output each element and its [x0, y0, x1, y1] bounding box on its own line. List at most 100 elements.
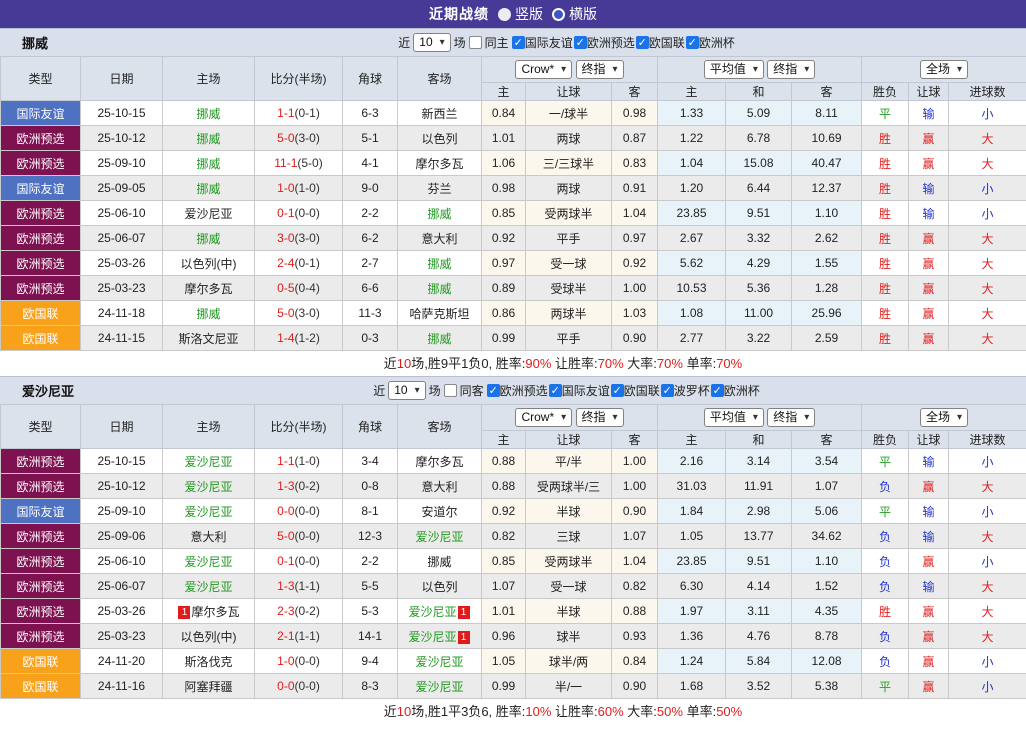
- home-team-cell: 爱沙尼亚: [162, 548, 255, 574]
- competition-checkbox[interactable]: ✓: [486, 384, 500, 397]
- summary-text: 大率:: [623, 704, 657, 719]
- odds-group-header: Crow* ▾ 终指 ▾: [480, 404, 659, 431]
- avg-draw-odds: 5.09: [725, 100, 793, 126]
- avg-home-odds: 23.85: [657, 548, 727, 574]
- final-odds-select[interactable]: 终指 ▾: [575, 60, 624, 79]
- away-team-cell: 挪威: [397, 200, 482, 226]
- competition-checkbox[interactable]: ✓: [511, 36, 525, 49]
- avg-away-odds: 1.28: [791, 275, 863, 301]
- halftime-score: (5-0): [297, 156, 323, 170]
- match-row: 欧洲预选 25-06-10 爱沙尼亚 0-1(0-0) 2-2 挪威 0.85 受两球半 1.0…: [0, 548, 1026, 574]
- score-cell: 0-1(0-0): [254, 200, 343, 226]
- crow-select[interactable]: Crow* ▾: [515, 408, 573, 427]
- chevron-down-icon: ▾: [561, 412, 567, 423]
- avg-home-odds: 2.77: [657, 325, 727, 351]
- summary-text: 50%: [656, 704, 683, 719]
- crow-select[interactable]: Crow* ▾: [515, 60, 573, 79]
- summary-text: 10: [396, 356, 412, 371]
- halftime-score: (0-4): [294, 281, 320, 295]
- home-team-name: 挪威: [196, 181, 221, 196]
- match-date: 25-09-10: [80, 150, 163, 176]
- match-count-select[interactable]: 10 ▾: [413, 33, 451, 52]
- corner-score: 5-3: [342, 598, 398, 624]
- result-outcome: 负: [861, 648, 910, 674]
- average-select[interactable]: 平均值 ▾: [703, 408, 764, 427]
- score-cell: 0-0(0-0): [254, 673, 343, 699]
- filter-bar: 近 10 ▾ 场 同主 ✓ 国际友谊 ✓ 欧洲预选 ✓ 欧国联 ✓ 欧洲杯: [290, 33, 736, 52]
- away-team-name: 挪威: [427, 281, 452, 296]
- subcol-goals-result: 进球数: [948, 82, 1026, 101]
- home-odds: 0.82: [481, 523, 526, 549]
- halftime-score: (1-1): [294, 629, 320, 643]
- match-date: 25-06-10: [80, 548, 163, 574]
- average-select-value: 平均值: [709, 62, 746, 76]
- chevron-down-icon: ▾: [414, 385, 420, 396]
- home-odds: 0.88: [481, 473, 526, 499]
- corner-score: 6-2: [342, 225, 398, 251]
- competition-checkbox[interactable]: ✓: [610, 384, 624, 397]
- avg-home-odds: 1.24: [657, 648, 727, 674]
- same-venue-checkbox[interactable]: [443, 384, 457, 397]
- score-cell: 3-0(3-0): [254, 225, 343, 251]
- match-date: 24-11-16: [80, 673, 163, 699]
- avg-home-odds: 1.97: [657, 598, 727, 624]
- handicap-outcome: 输: [908, 200, 950, 226]
- competition-checkbox[interactable]: ✓: [710, 384, 724, 397]
- section-team-name: 挪威: [22, 36, 49, 51]
- fulltime-score: 1-3: [277, 579, 295, 593]
- competition-checkbox[interactable]: ✓: [685, 36, 699, 49]
- fulltime-score: 2-3: [277, 604, 295, 618]
- goals-outcome: 大: [948, 250, 1026, 276]
- handicap-line: 受两球半: [525, 548, 612, 574]
- home-odds: 0.97: [481, 250, 526, 276]
- avg-draw-odds: 11.00: [725, 300, 793, 326]
- home-team-name: 挪威: [196, 306, 221, 321]
- away-team-name: 摩尔多瓦: [415, 156, 464, 171]
- halftime-score: (0-2): [294, 479, 320, 493]
- match-row: 欧国联 24-11-20 斯洛伐克 1-0(0-0) 9-4 爱沙尼亚 1.05 球半/两 0.…: [0, 648, 1026, 674]
- chevron-down-icon: ▾: [612, 64, 618, 75]
- full-match-select[interactable]: 全场 ▾: [920, 60, 969, 79]
- same-venue-checkbox[interactable]: [468, 36, 482, 49]
- home-odds: 0.86: [481, 300, 526, 326]
- match-count-select[interactable]: 10 ▾: [388, 381, 426, 400]
- corner-score: 4-1: [342, 150, 398, 176]
- competition-label: 欧国联: [648, 36, 685, 50]
- halftime-score: (1-0): [294, 181, 320, 195]
- handicap-line: 三/三球半: [525, 150, 612, 176]
- avg-draw-odds: 4.76: [725, 623, 793, 649]
- average-select[interactable]: 平均值 ▾: [703, 60, 764, 79]
- home-team-cell: 挪威: [162, 100, 255, 126]
- avg-away-odds: 5.38: [791, 673, 863, 699]
- full-match-select[interactable]: 全场 ▾: [920, 408, 969, 427]
- subcol-away-odds: 客: [610, 430, 659, 449]
- final-odds-select-2[interactable]: 终指 ▾: [767, 60, 816, 79]
- result-outcome: 平: [861, 100, 910, 126]
- layout-radio-horizontal[interactable]: 横版: [552, 4, 597, 24]
- competition-checkbox[interactable]: ✓: [573, 36, 587, 49]
- competition-checkbox[interactable]: ✓: [660, 384, 674, 397]
- handicap-line: 球半: [525, 623, 612, 649]
- handicap-outcome: 输: [908, 573, 950, 599]
- away-team-name: 以色列: [421, 579, 458, 594]
- final-odds-select-2[interactable]: 终指 ▾: [767, 408, 816, 427]
- avg-home-odds: 1.05: [657, 523, 727, 549]
- subcol-handicap: 让球: [525, 430, 612, 449]
- same-venue-label: 同主: [484, 36, 509, 50]
- final-odds-select[interactable]: 终指 ▾: [575, 408, 624, 427]
- col-header-away: 客场: [397, 56, 482, 101]
- chevron-down-icon: ▾: [612, 412, 618, 423]
- home-team-name: 摩尔多瓦: [191, 604, 240, 619]
- home-odds: 0.89: [481, 275, 526, 301]
- final-odds-select-value: 终指: [581, 410, 606, 424]
- competition-checkbox[interactable]: ✓: [548, 384, 562, 397]
- goals-outcome: 大: [948, 225, 1026, 251]
- fulltime-score: 1-0: [277, 654, 295, 668]
- col-header-away: 客场: [397, 404, 482, 449]
- avg-draw-odds: 9.51: [725, 200, 793, 226]
- competition-checkbox[interactable]: ✓: [635, 36, 649, 49]
- handicap-line: 球半/两: [525, 648, 612, 674]
- layout-radio-vertical[interactable]: 竖版: [498, 4, 543, 24]
- home-team-cell: 阿塞拜疆: [162, 673, 255, 699]
- competition-filter-list: ✓ 欧洲预选 ✓ 国际友谊 ✓ 欧国联 ✓ 波罗杯 ✓ 欧洲杯: [486, 382, 761, 399]
